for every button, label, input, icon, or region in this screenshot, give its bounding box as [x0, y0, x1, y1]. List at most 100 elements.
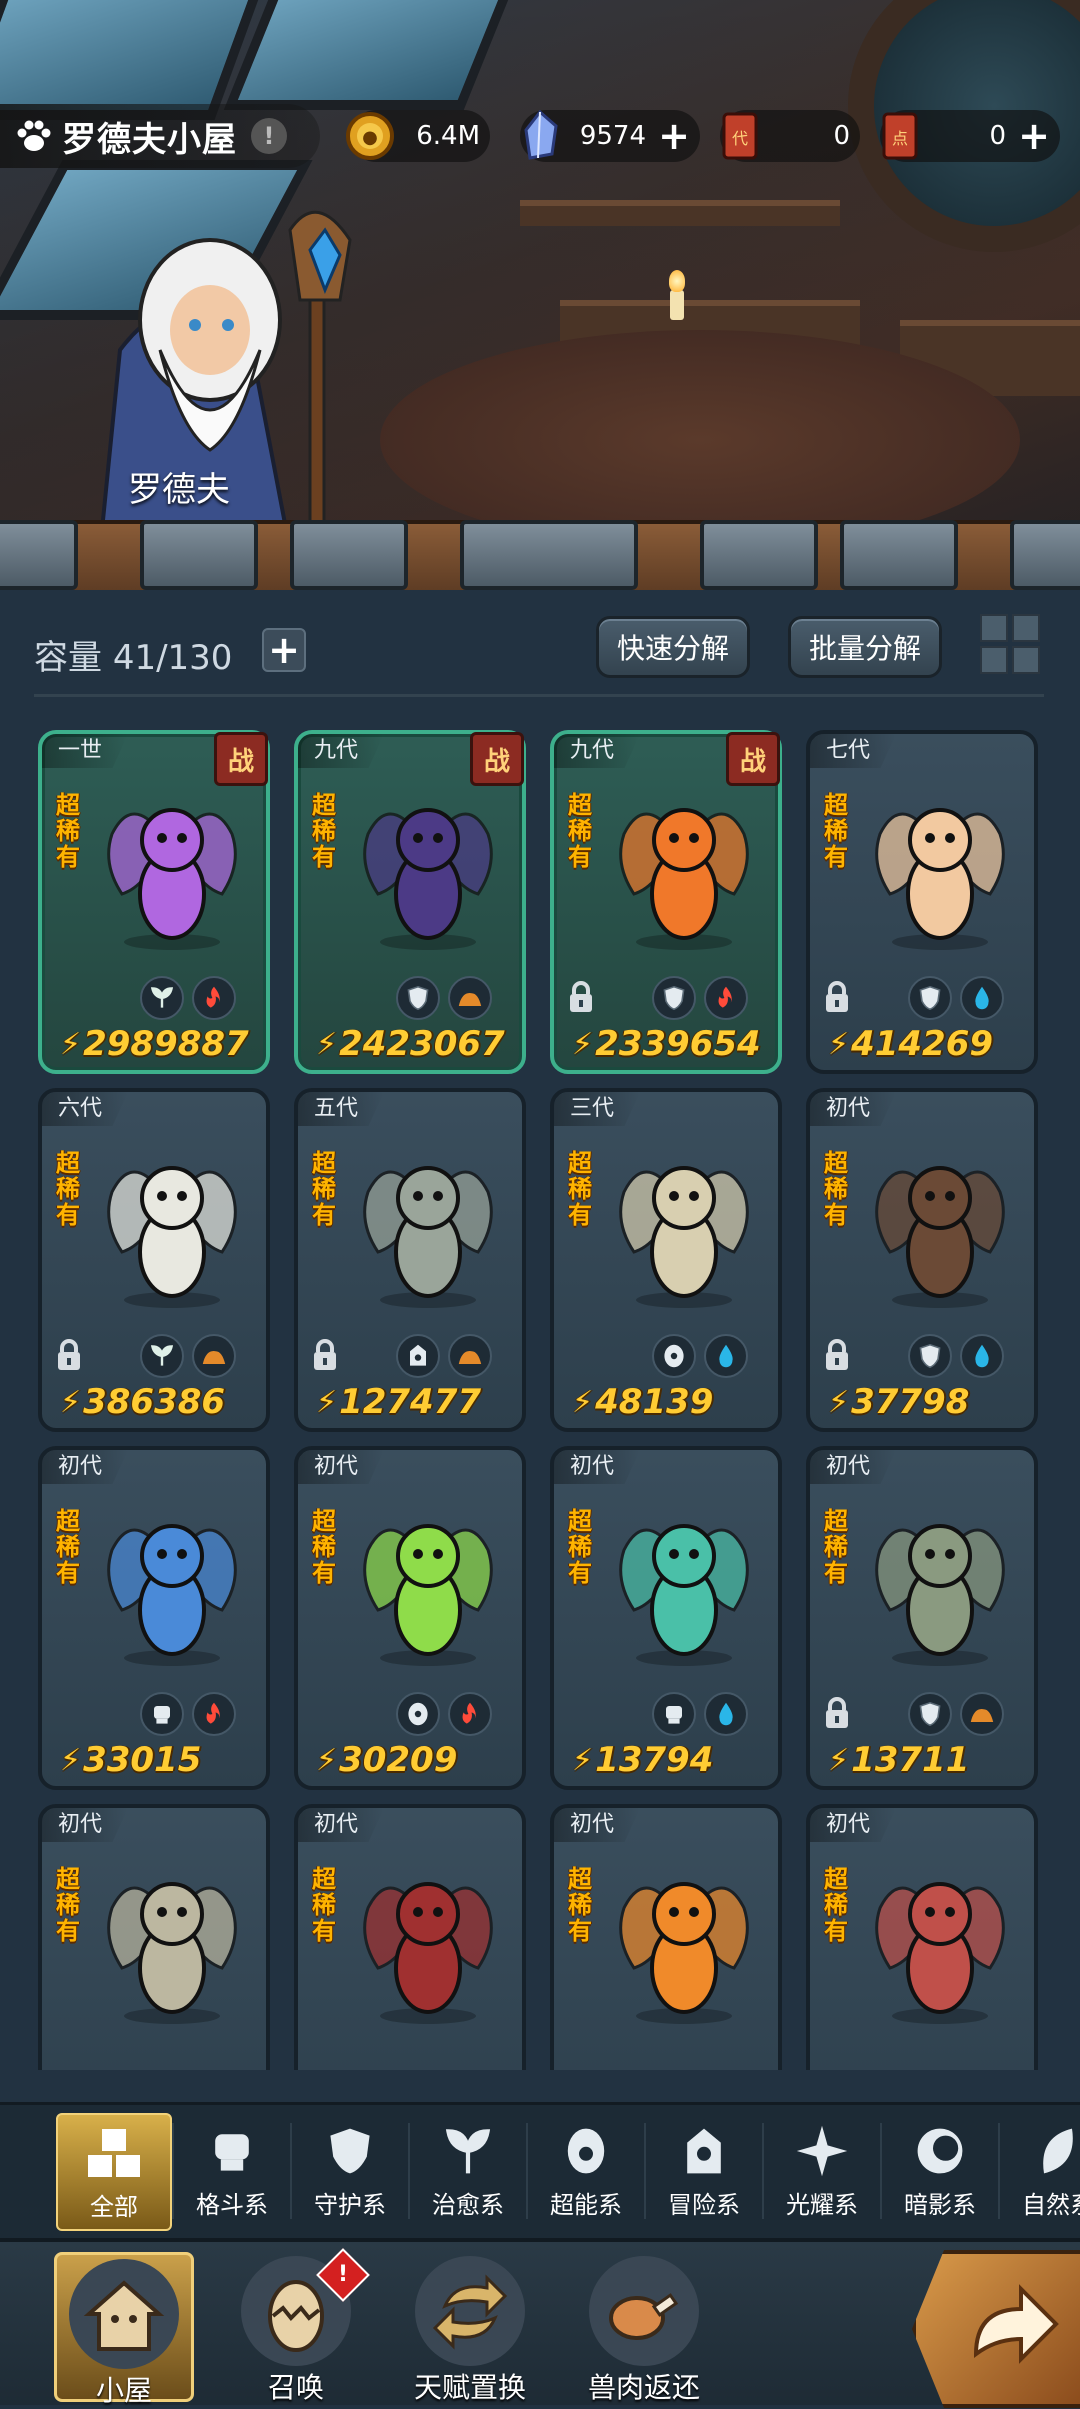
guard-element-icon: [908, 1692, 952, 1736]
category-tab[interactable]: 守护系: [292, 2113, 408, 2231]
expand-capacity-button[interactable]: +: [262, 628, 306, 672]
creature-card[interactable]: 初代 超稀有: [294, 1804, 526, 2070]
rarity-label: 超稀有: [312, 1865, 336, 1945]
lock-icon[interactable]: [310, 1338, 340, 1372]
creature-card[interactable]: 初代 超稀有 ⚡ 37798: [806, 1088, 1038, 1432]
power-rating: ⚡ 37798: [828, 1382, 969, 1422]
bookshelf: [520, 200, 840, 226]
nav-tab[interactable]: 天赋置换: [400, 2252, 540, 2404]
ticket-dian-value: 0: [989, 121, 1006, 151]
capacity-label: 容量: [34, 638, 102, 678]
nav-tab[interactable]: 召唤!: [226, 2248, 370, 2404]
tab-separator: [172, 2123, 174, 2219]
creature-card[interactable]: 九代战超稀有 ⚡ 2339654: [550, 730, 782, 1074]
rarity-label: 超稀有: [568, 1149, 592, 1229]
creature-card[interactable]: 初代 超稀有: [550, 1804, 782, 2070]
rarity-label: 超稀有: [824, 1149, 848, 1229]
category-label: 全部: [90, 2193, 138, 2221]
lock-icon[interactable]: [822, 1696, 852, 1730]
power-icon: ⚡: [60, 1026, 82, 1062]
category-tab[interactable]: 光耀系: [764, 2113, 880, 2231]
element-icons: [908, 976, 1004, 1020]
creature-card[interactable]: 初代 超稀有 ⚡ 30209: [294, 1446, 526, 1790]
nav-tab[interactable]: 兽肉返还: [574, 2252, 714, 2404]
rarity-label: 超稀有: [56, 1865, 80, 1945]
power-icon: ⚡: [60, 1742, 82, 1778]
category-label: 格斗系: [196, 2191, 268, 2219]
power-icon: ⚡: [828, 1026, 850, 1062]
category-tab[interactable]: 自然系: [1000, 2113, 1080, 2231]
fire-element-icon: [192, 1692, 236, 1736]
crystal-add-button[interactable]: +: [656, 114, 692, 158]
creature-card[interactable]: 初代 超稀有 ⚡ 13711: [806, 1446, 1038, 1790]
all-icon: [84, 2123, 144, 2183]
crystal-icon: [524, 109, 558, 160]
svg-text:点: 点: [892, 129, 908, 148]
ticket-dai-icon: 代: [722, 112, 758, 160]
creature-card[interactable]: 初代 超稀有: [806, 1804, 1038, 2070]
creature-card[interactable]: 六代 超稀有 ⚡ 386386: [38, 1088, 270, 1432]
gold-resource: ● 6.4M: [346, 110, 490, 162]
swap-icon: [415, 2256, 525, 2366]
power-rating: ⚡ 2339654: [572, 1024, 761, 1064]
owl-priest-portrait: [92, 1132, 252, 1312]
power-icon: ⚡: [316, 1384, 338, 1420]
fire-element-icon: [704, 976, 748, 1020]
go-arrow-button[interactable]: [912, 2250, 1080, 2408]
nav-label: 小屋: [95, 2374, 152, 2407]
power-value: 30209: [339, 1740, 458, 1780]
power-icon: ⚡: [828, 1742, 850, 1778]
ticket-dian-add-button[interactable]: +: [1016, 114, 1052, 158]
category-label: 光耀系: [786, 2191, 858, 2219]
candle-flame: [669, 270, 685, 292]
creature-card-grid: 一世战超稀有 ⚡ 2989887 九代战超稀有 ⚡ 2423067 九代战超稀有 ⚡ 23396…: [0, 730, 1080, 2070]
info-button[interactable]: !: [251, 118, 287, 154]
dark-beast-portrait: [348, 1848, 508, 2028]
grid-view-icon[interactable]: [980, 614, 1040, 674]
creature-card[interactable]: 初代 超稀有 ⚡ 13794: [550, 1446, 782, 1790]
nav-tab[interactable]: 小屋: [54, 2252, 194, 2407]
creature-card[interactable]: 五代 超稀有 ⚡ 127477: [294, 1088, 526, 1432]
arrow-right-icon: [973, 2284, 1059, 2364]
category-tab[interactable]: 冒险系: [646, 2113, 762, 2231]
fire-element-icon: [192, 976, 236, 1020]
creature-card[interactable]: 一世战超稀有 ⚡ 2989887: [38, 730, 270, 1074]
quick-decompose-button[interactable]: 快速分解: [596, 616, 750, 678]
creature-card[interactable]: 三代 超稀有 ⚡ 48139: [550, 1088, 782, 1432]
lock-icon[interactable]: [566, 980, 596, 1014]
psychic-element-icon: [396, 1692, 440, 1736]
element-icons: [908, 1692, 1004, 1736]
rarity-label: 超稀有: [568, 791, 592, 871]
guard-element-icon: [396, 976, 440, 1020]
svg-text:●: ●: [362, 127, 378, 148]
category-tab[interactable]: 全部: [56, 2113, 172, 2231]
npc-name: 罗德夫: [128, 470, 230, 510]
lock-icon[interactable]: [822, 980, 852, 1014]
ticket-dai-value: 0: [833, 121, 850, 151]
category-tab[interactable]: 超能系: [528, 2113, 644, 2231]
batch-decompose-button[interactable]: 批量分解: [788, 616, 942, 678]
creature-card[interactable]: 初代 超稀有: [38, 1804, 270, 2070]
power-icon: ⚡: [572, 1742, 594, 1778]
category-tab[interactable]: 格斗系: [174, 2113, 290, 2231]
category-tab-bar: 全部 格斗系 守护系 治愈系 超能系 冒险系 光耀系 暗影系 自然系: [0, 2102, 1080, 2239]
creature-card[interactable]: 九代战超稀有 ⚡ 2423067: [294, 730, 526, 1074]
lock-icon[interactable]: [54, 1338, 84, 1372]
creature-card[interactable]: 初代 超稀有 ⚡ 33015: [38, 1446, 270, 1790]
nav-label: 兽肉返还: [587, 2371, 700, 2404]
category-tab[interactable]: 治愈系: [410, 2113, 526, 2231]
generation-tag: 初代: [298, 1450, 385, 1484]
creature-card[interactable]: 七代 超稀有 ⚡ 414269: [806, 730, 1038, 1074]
round-rug: [380, 330, 1020, 550]
lock-icon[interactable]: [822, 1338, 852, 1372]
mantis-knight-portrait: [860, 1490, 1020, 1670]
tab-separator: [526, 2123, 528, 2219]
adventure-element-icon: [396, 1334, 440, 1378]
earth-element-icon: [960, 1692, 1004, 1736]
power-value: 33015: [83, 1740, 202, 1780]
fence-post: [840, 520, 958, 590]
tab-separator: [998, 2123, 1000, 2219]
rarity-label: 超稀有: [312, 1149, 336, 1229]
category-tab[interactable]: 暗影系: [882, 2113, 998, 2231]
dark-witch-portrait: [348, 774, 508, 954]
